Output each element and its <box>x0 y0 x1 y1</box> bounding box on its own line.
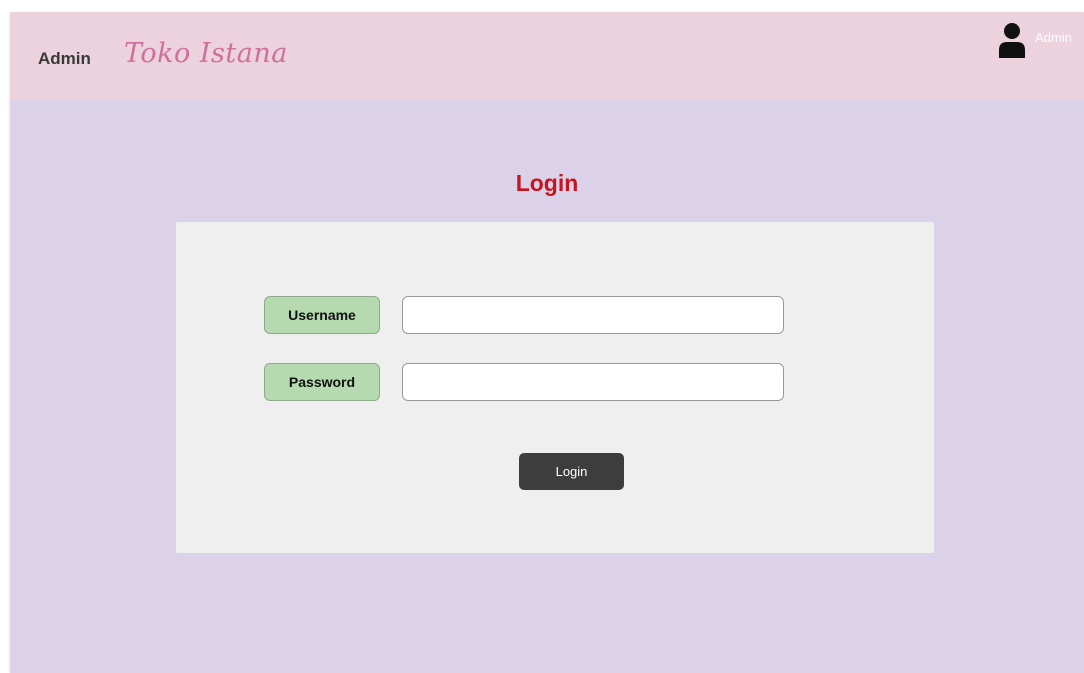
page-frame: Admin Toko Istana Admin Login Username P… <box>10 12 1084 673</box>
login-panel: Username Password Login <box>176 222 934 553</box>
password-input[interactable] <box>402 363 784 401</box>
password-label: Password <box>264 363 380 401</box>
username-label: Username <box>264 296 380 334</box>
nav-admin-link[interactable]: Admin <box>38 49 91 69</box>
user-menu[interactable]: Admin <box>999 22 1072 58</box>
user-icon <box>999 23 1026 58</box>
user-name: Admin <box>1035 30 1072 45</box>
login-button[interactable]: Login <box>519 453 624 490</box>
username-input[interactable] <box>402 296 784 334</box>
page-title: Login <box>515 170 579 196</box>
navbar: Admin Toko Istana Admin <box>10 12 1084 100</box>
brand-logo[interactable]: Toko Istana <box>124 38 288 69</box>
